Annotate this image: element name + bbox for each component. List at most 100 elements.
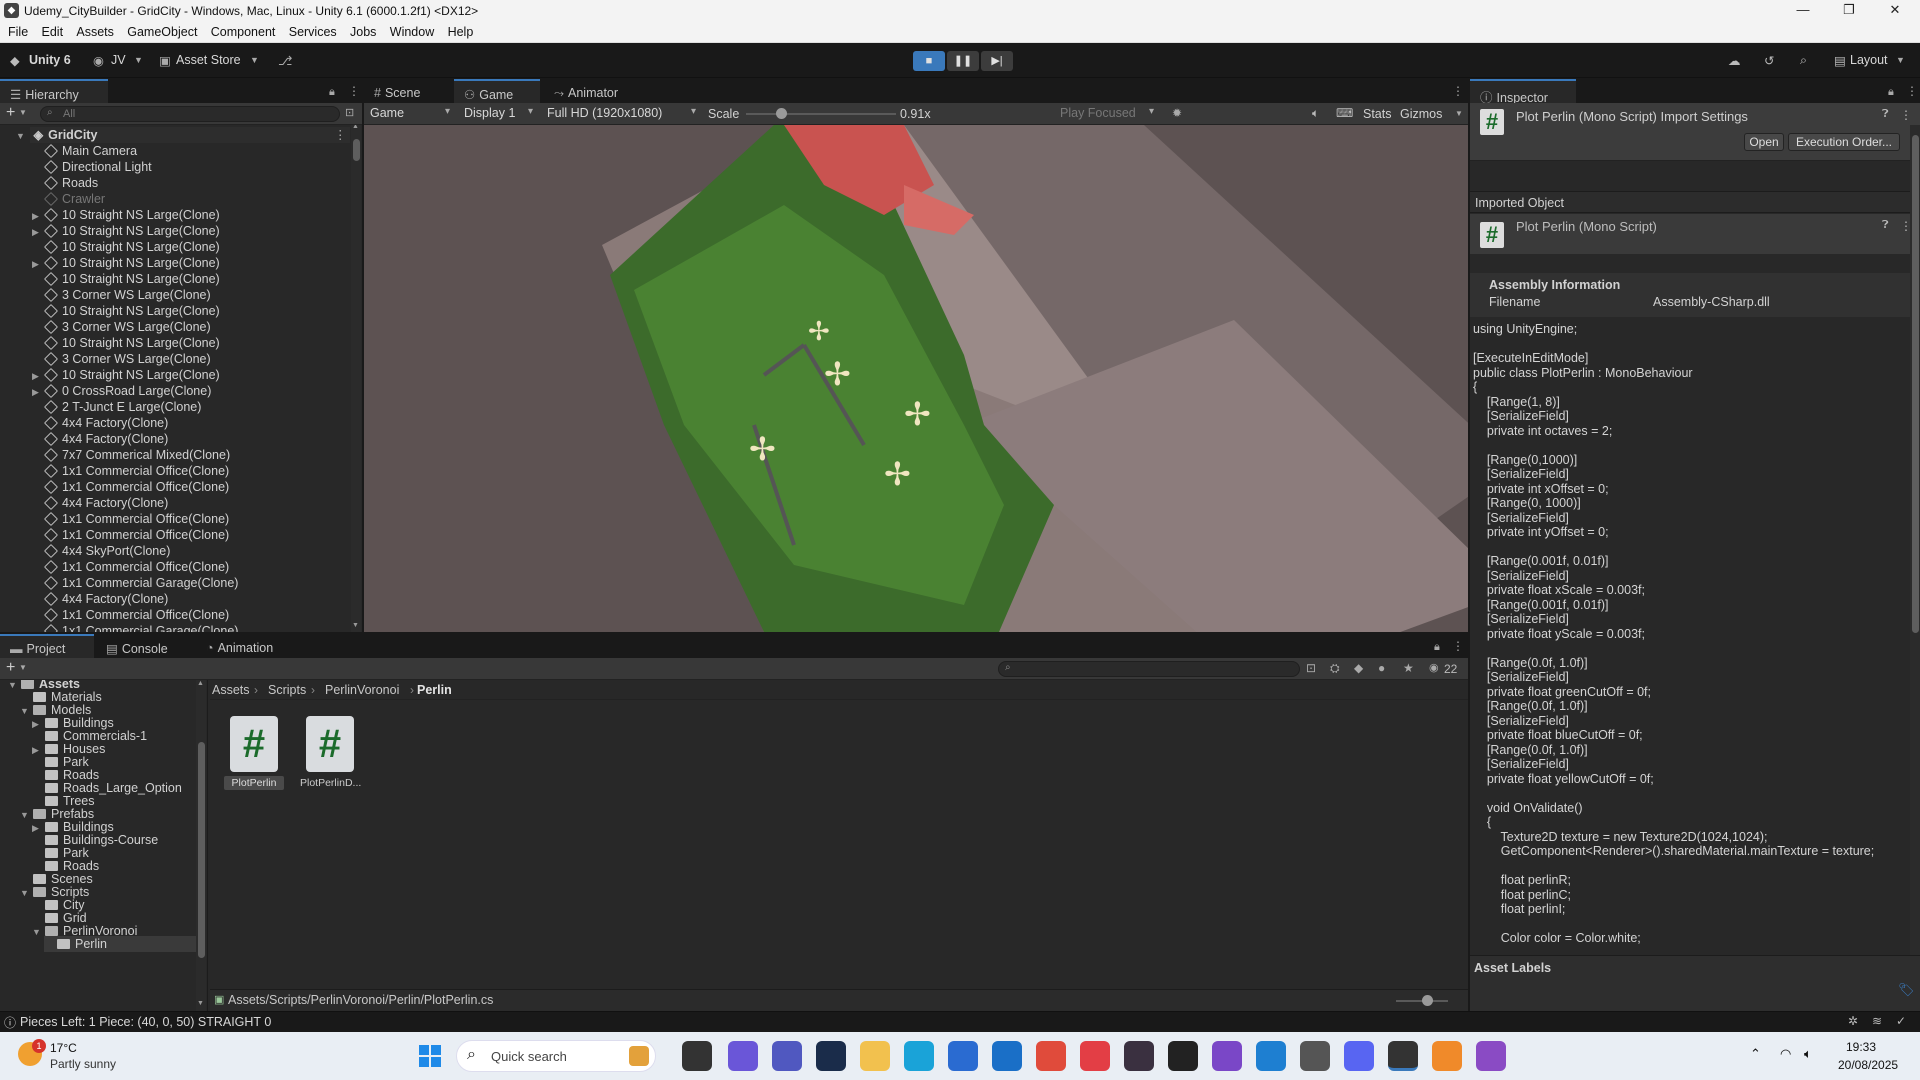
favorite-icon[interactable]: ★ xyxy=(1403,661,1414,675)
hierarchy-search-input[interactable]: ⌕ All xyxy=(40,106,340,122)
menu-file[interactable]: File xyxy=(8,22,28,39)
scale-slider[interactable] xyxy=(746,108,896,119)
hierarchy-item[interactable]: Crawler xyxy=(43,191,362,207)
chatgpt-icon[interactable] xyxy=(1168,1041,1198,1071)
weather-temp[interactable]: 17°C xyxy=(50,1041,77,1055)
hierarchy-item[interactable]: ▶ 10 Straight NS Large(Clone) xyxy=(32,223,362,239)
file-explorer-icon[interactable] xyxy=(860,1041,890,1071)
hierarchy-item[interactable]: ▶ 10 Straight NS Large(Clone) xyxy=(32,207,362,223)
help-icon[interactable]: ❓︎ xyxy=(1882,108,1889,121)
chrome-icon[interactable] xyxy=(1036,1041,1066,1071)
history-icon[interactable]: ↺ xyxy=(1764,53,1774,68)
search-by-type-icon[interactable]: ⊡ xyxy=(1306,661,1316,675)
unity-hub-icon[interactable] xyxy=(1300,1041,1330,1071)
chevron-right-icon[interactable]: ▶ xyxy=(32,368,42,384)
tab-game[interactable]: ⚇ Game xyxy=(454,79,540,103)
search-icon[interactable]: ⌕ xyxy=(1800,53,1807,68)
hierarchy-item[interactable]: 10 Straight NS Large(Clone) xyxy=(43,335,362,351)
visibility-icon[interactable]: ◉ xyxy=(1429,661,1439,674)
tab-animator[interactable]: ⤳ Animator xyxy=(544,79,644,103)
debug-icon[interactable]: ✲ xyxy=(1848,1014,1858,1028)
tab-hierarchy[interactable]: ☰ Hierarchy xyxy=(0,79,108,103)
hierarchy-item[interactable]: 7x7 Commerical Mixed(Clone) xyxy=(43,447,362,463)
hierarchy-item[interactable]: ▶ 10 Straight NS Large(Clone) xyxy=(32,367,362,383)
visual-studio-icon[interactable] xyxy=(1476,1041,1506,1071)
hierarchy-item[interactable]: 3 Corner WS Large(Clone) xyxy=(43,319,362,335)
tab-project[interactable]: ▬ Project xyxy=(0,634,94,658)
pause-button[interactable]: ❚❚ xyxy=(947,51,979,71)
hierarchy-scrollbar[interactable]: ▲ ▼ xyxy=(351,125,361,632)
teams-icon[interactable] xyxy=(772,1041,802,1071)
hierarchy-item[interactable]: 1x1 Commercial Garage(Clone) xyxy=(43,623,362,632)
wifi-icon[interactable]: ◠ xyxy=(1780,1046,1791,1062)
scrollbar-thumb[interactable] xyxy=(1912,135,1919,633)
tab-animation[interactable]: ◔ Animation xyxy=(196,634,296,658)
bug-icon[interactable]: ✹ xyxy=(1172,106,1182,120)
more-options-icon[interactable]: ⋮ xyxy=(1906,84,1918,98)
version-control-icon[interactable]: ⎇ xyxy=(278,53,292,68)
display-dropdown[interactable]: Display 1 xyxy=(458,105,538,123)
scrollbar-thumb[interactable] xyxy=(198,742,205,958)
chevron-right-icon[interactable]: ▶ xyxy=(32,256,42,272)
hierarchy-item[interactable]: 1x1 Commercial Office(Clone) xyxy=(43,463,362,479)
hierarchy-item[interactable]: 4x4 Factory(Clone) xyxy=(43,431,362,447)
hierarchy-item[interactable]: 4x4 Factory(Clone) xyxy=(43,495,362,511)
lock-icon[interactable]: 🔒︎ xyxy=(329,86,335,99)
menu-help[interactable]: Help xyxy=(448,22,474,39)
hierarchy-item[interactable]: 3 Corner WS Large(Clone) xyxy=(43,351,362,367)
discord-icon[interactable] xyxy=(1344,1041,1374,1071)
menu-services[interactable]: Services xyxy=(289,22,337,39)
hierarchy-item[interactable]: 1x1 Commercial Garage(Clone) xyxy=(43,575,362,591)
icon-size-slider-thumb[interactable] xyxy=(1422,995,1433,1006)
breadcrumb-scripts[interactable]: Scripts xyxy=(268,683,306,697)
execution-order-button[interactable]: Execution Order... xyxy=(1788,133,1900,151)
unity-editor-icon[interactable] xyxy=(1388,1041,1418,1071)
scrollbar-thumb[interactable] xyxy=(353,139,360,161)
hierarchy-item[interactable]: Roads xyxy=(43,175,362,191)
hierarchy-item[interactable]: 1x1 Commercial Office(Clone) xyxy=(43,479,362,495)
clock-time[interactable]: 19:33 xyxy=(1846,1040,1876,1054)
scroll-up-icon[interactable]: ▲ xyxy=(352,125,359,130)
podcast-icon[interactable] xyxy=(1212,1041,1242,1071)
asset-file-plotperlin[interactable]: # PlotPerlin xyxy=(224,716,284,790)
task-view-icon[interactable] xyxy=(682,1041,712,1071)
play-focused-dropdown[interactable]: Play Focused xyxy=(1054,105,1159,123)
layout-dropdown[interactable]: Layout xyxy=(1850,53,1888,67)
asset-file-plotperlind[interactable]: # PlotPerlinD... xyxy=(300,716,361,790)
breadcrumb-assets[interactable]: Assets xyxy=(212,683,250,697)
hierarchy-item[interactable]: Main Camera xyxy=(43,143,362,159)
menu-component[interactable]: Component xyxy=(211,22,276,39)
menu-window[interactable]: Window xyxy=(390,22,434,39)
hierarchy-item[interactable]: 1x1 Commercial Office(Clone) xyxy=(43,559,362,575)
more-options-icon[interactable]: ⋮ xyxy=(1452,84,1464,98)
lock-icon[interactable]: 🔒︎ xyxy=(1888,86,1894,99)
add-icon[interactable]: + xyxy=(6,104,15,122)
hierarchy-item[interactable]: Directional Light xyxy=(43,159,362,175)
steam-icon[interactable] xyxy=(816,1041,846,1071)
store-icon[interactable] xyxy=(948,1041,978,1071)
scene-search-icon[interactable]: ⊡ xyxy=(345,106,354,119)
keyboard-icon[interactable]: ⌨ xyxy=(1336,106,1353,120)
tab-console[interactable]: ▤ Console xyxy=(96,634,176,658)
open-button[interactable]: Open xyxy=(1744,133,1784,151)
scroll-up-icon[interactable]: ▲ xyxy=(197,680,204,687)
filter-icon[interactable]: ⛭ xyxy=(1330,661,1340,676)
tree-scrollbar[interactable]: ▲ ▼ xyxy=(196,680,206,1011)
asset-store-button[interactable]: Asset Store xyxy=(176,53,241,67)
hierarchy-item[interactable]: ▶ 0 CrossRoad Large(Clone) xyxy=(32,383,362,399)
windows-start-icon[interactable] xyxy=(419,1045,441,1067)
folder-tree-item[interactable]: Perlin xyxy=(44,936,196,952)
hierarchy-item[interactable]: 4x4 Factory(Clone) xyxy=(43,591,362,607)
more-options-icon[interactable]: ⋮ xyxy=(1452,639,1464,653)
more-options-icon[interactable]: ⋮ xyxy=(1900,108,1912,122)
minimize-button[interactable]: — xyxy=(1780,0,1826,22)
scroll-down-icon[interactable]: ▼ xyxy=(352,622,359,629)
game-mode-dropdown[interactable]: Game xyxy=(364,105,455,123)
lock-icon[interactable]: 🔒︎ xyxy=(1434,641,1440,654)
hierarchy-item[interactable]: 4x4 Factory(Clone) xyxy=(43,415,362,431)
hierarchy-item[interactable]: 1x1 Commercial Office(Clone) xyxy=(43,527,362,543)
hierarchy-item[interactable]: ▶ 10 Straight NS Large(Clone) xyxy=(32,255,362,271)
stats-button[interactable]: Stats xyxy=(1363,107,1392,121)
tab-scene[interactable]: # Scene xyxy=(364,79,448,103)
chevron-down-icon[interactable]: ▼ xyxy=(16,128,26,144)
